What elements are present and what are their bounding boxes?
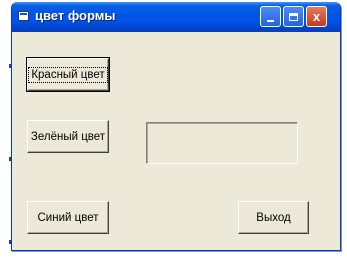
exit-button-label: Выход xyxy=(256,211,291,224)
title-bar[interactable]: цвет формы x xyxy=(12,2,340,32)
maximize-button[interactable] xyxy=(283,6,304,27)
maximize-icon xyxy=(289,12,298,21)
green-color-button[interactable]: Зелёный цвет xyxy=(27,120,109,153)
window-title: цвет формы xyxy=(35,8,116,23)
form-window: цвет формы x Красный цвет Зелёный цвет С… xyxy=(11,2,341,251)
close-button[interactable]: x xyxy=(306,6,327,27)
green-color-button-label: Зелёный цвет xyxy=(30,130,106,143)
close-icon: x xyxy=(312,9,321,24)
red-color-button[interactable]: Красный цвет xyxy=(26,57,110,92)
exit-button[interactable]: Выход xyxy=(238,201,309,234)
red-color-button-label: Красный цвет xyxy=(28,66,108,83)
output-textbox[interactable] xyxy=(146,122,298,164)
form-icon[interactable] xyxy=(18,11,29,21)
blue-color-button-label: Синий цвет xyxy=(37,211,99,224)
minimize-icon xyxy=(267,19,274,22)
blue-color-button[interactable]: Синий цвет xyxy=(27,201,109,234)
minimize-button[interactable] xyxy=(260,6,281,27)
